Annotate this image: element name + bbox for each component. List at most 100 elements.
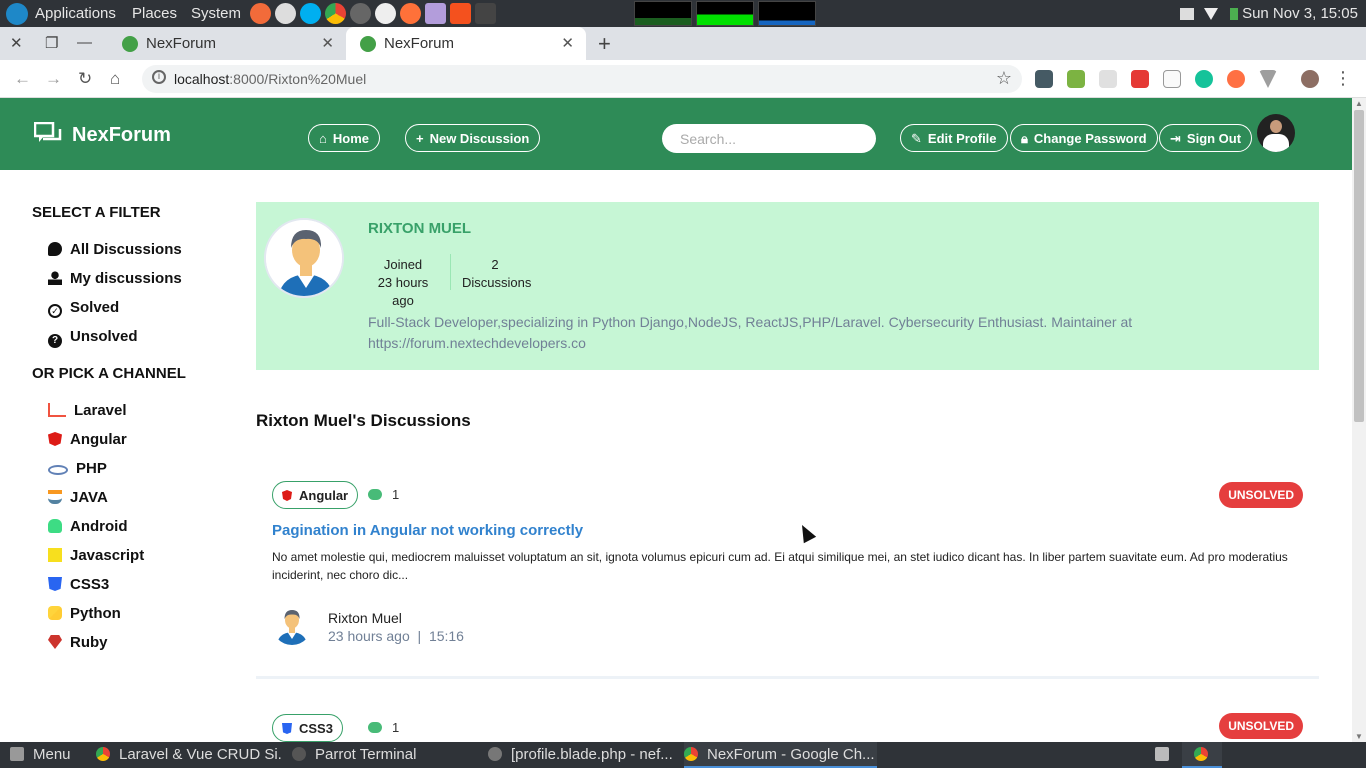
page-scrollbar[interactable]: ▲ ▼ <box>1352 98 1366 742</box>
battery-icon[interactable] <box>1230 8 1238 20</box>
author-avatar[interactable] <box>272 605 312 645</box>
tray-chrome[interactable] <box>1182 742 1222 768</box>
text-editor-icon[interactable] <box>425 3 446 24</box>
workspace-icon <box>1155 747 1169 761</box>
profile-avatar[interactable] <box>1301 70 1319 88</box>
lock-icon: 🔒︎ <box>1021 131 1028 146</box>
extension-icon[interactable] <box>1035 70 1053 88</box>
change-password-button[interactable]: 🔒︎ Change Password <box>1010 124 1158 152</box>
new-tab-icon[interactable]: + <box>598 31 611 57</box>
reply-count: 1 <box>368 487 399 502</box>
channel-ruby[interactable]: Ruby <box>48 634 108 651</box>
bookmark-star-icon[interactable]: ☆ <box>996 68 1012 89</box>
minimize-window-icon[interactable]: — <box>77 34 92 51</box>
browser-icon[interactable] <box>250 3 271 24</box>
address-bar[interactable]: i localhost:8000/Rixton%20Muel ☆ <box>142 65 1022 93</box>
taskbar-item-laravel-vue[interactable]: Laravel & Vue CRUD Si... <box>96 742 281 768</box>
applications-menu[interactable]: Applications <box>35 5 116 22</box>
system-monitor-graphs <box>634 1 816 26</box>
paint-icon[interactable] <box>275 3 296 24</box>
terminal-icon[interactable] <box>475 3 496 24</box>
camera-icon[interactable] <box>375 3 396 24</box>
css3-icon <box>48 577 62 591</box>
taskbar-item-terminal[interactable]: Parrot Terminal <box>292 742 477 768</box>
channel-laravel[interactable]: Laravel <box>48 402 127 419</box>
channel-android[interactable]: Android <box>48 518 128 535</box>
parrot-os-logo-icon[interactable] <box>6 3 28 25</box>
extension-icon[interactable] <box>1131 70 1149 88</box>
css3-icon <box>282 723 292 734</box>
reload-icon[interactable]: ↻ <box>78 69 92 89</box>
channel-angular[interactable]: Angular <box>48 431 127 448</box>
laravel-icon <box>48 403 66 417</box>
extension-icon[interactable] <box>1163 70 1181 88</box>
taskbar-item-nexforum[interactable]: NexForum - Google Ch... <box>684 742 877 768</box>
extension-icon[interactable] <box>1227 70 1245 88</box>
extension-icon[interactable] <box>1259 70 1277 88</box>
back-icon[interactable]: ← <box>14 69 31 89</box>
discussion-card[interactable]: Angular 1 UNSOLVED Pagination in Angular… <box>256 465 1319 679</box>
taskbar-item-editor[interactable]: [profile.blade.php - nef... <box>488 742 678 768</box>
joined-value: 23 hours ago <box>377 275 429 308</box>
javascript-icon <box>48 548 62 562</box>
search-input[interactable] <box>662 124 876 153</box>
scrollbar-thumb[interactable] <box>1354 110 1364 422</box>
profile-bio: Full-Stack Developer,specializing in Pyt… <box>368 314 1133 351</box>
volume-icon[interactable] <box>1180 8 1194 20</box>
close-tab-icon[interactable]: ✕ <box>321 34 334 52</box>
forward-icon[interactable]: → <box>45 69 62 89</box>
sign-out-button[interactable]: ⇥ Sign Out <box>1159 124 1253 152</box>
edit-profile-button[interactable]: ✎ Edit Profile <box>900 124 1008 152</box>
channel-javascript[interactable]: Javascript <box>48 547 144 564</box>
android-icon <box>48 519 62 533</box>
chrome-icon[interactable] <box>325 3 346 24</box>
places-menu[interactable]: Places <box>132 5 177 22</box>
wifi-icon[interactable] <box>1204 8 1218 20</box>
tab-title: NexForum <box>384 35 455 52</box>
channel-chip[interactable]: Angular <box>272 481 359 509</box>
author-name[interactable]: Rixton Muel <box>328 610 402 626</box>
start-menu-button[interactable]: Menu <box>10 742 71 768</box>
user-avatar[interactable] <box>1257 114 1295 152</box>
channel-php[interactable]: PHP <box>48 460 107 477</box>
site-info-icon[interactable]: i <box>152 70 166 84</box>
firefox-icon[interactable] <box>400 3 421 24</box>
discussion-card[interactable]: CSS3 1 UNSOLVED <box>256 698 1319 742</box>
disc-icon[interactable] <box>350 3 371 24</box>
workspace-switcher[interactable] <box>1155 742 1177 768</box>
post-meta: 23 hours ago | 15:16 <box>328 628 464 644</box>
extension-icon[interactable] <box>1099 70 1117 88</box>
filter-my-discussions[interactable]: My discussions <box>48 270 182 287</box>
channel-python[interactable]: Python <box>48 605 121 622</box>
extension-icon[interactable] <box>1067 70 1085 88</box>
profile-card: RIXTON MUEL Joined 23 hours ago 2 Discus… <box>256 202 1319 370</box>
clock[interactable]: Sun Nov 3, 15:05 <box>1242 5 1358 22</box>
bottom-taskbar: Menu Laravel & Vue CRUD Si... Parrot Ter… <box>0 742 1366 768</box>
git-icon[interactable] <box>450 3 471 24</box>
url-text[interactable]: localhost:8000/Rixton%20Muel <box>174 71 366 87</box>
status-badge: UNSOLVED <box>1219 482 1303 508</box>
close-tab-icon[interactable]: ✕ <box>561 34 574 52</box>
channel-java[interactable]: JAVA <box>48 489 108 506</box>
filter-unsolved[interactable]: ? Unsolved <box>48 328 138 348</box>
chrome-icon <box>96 747 110 761</box>
channel-css3[interactable]: CSS3 <box>48 576 109 593</box>
angular-icon <box>48 432 62 446</box>
system-menu[interactable]: System <box>191 5 241 22</box>
grammarly-icon[interactable] <box>1195 70 1213 88</box>
skype-icon[interactable] <box>300 3 321 24</box>
home-icon[interactable]: ⌂ <box>110 69 120 89</box>
tab-nexforum-1[interactable]: NexForum ✕ <box>108 27 346 60</box>
discussion-title-link[interactable]: Pagination in Angular not working correc… <box>272 522 583 539</box>
filter-solved[interactable]: ✓ Solved <box>48 299 119 318</box>
home-button[interactable]: ⌂ Home <box>308 124 380 152</box>
tab-nexforum-2[interactable]: NexForum ✕ <box>346 27 586 60</box>
terminal-icon <box>292 747 306 761</box>
restore-window-icon[interactable]: ❐ <box>45 34 58 52</box>
close-window-icon[interactable]: ✕ <box>10 34 23 52</box>
channel-chip[interactable]: CSS3 <box>272 714 343 742</box>
menu-kebab-icon[interactable]: ⋮ <box>1334 68 1352 89</box>
filter-all-discussions[interactable]: All Discussions <box>48 241 182 258</box>
editor-icon <box>488 747 502 761</box>
new-discussion-button[interactable]: + New Discussion <box>405 124 541 152</box>
